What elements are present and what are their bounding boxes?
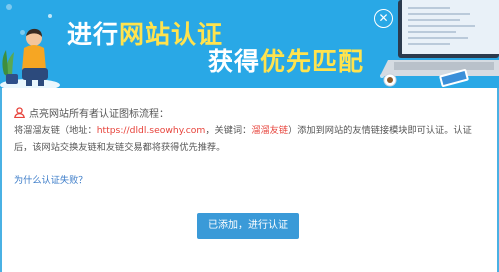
person-illustration — [0, 28, 60, 88]
header-banner: 进行网站认证 获得优先匹配 ✕ — [0, 0, 499, 88]
laptop-illustration — [380, 0, 499, 87]
user-icon — [14, 107, 25, 118]
banner-subtitle: 获得优先匹配 — [208, 47, 365, 76]
decor-dot — [6, 4, 12, 10]
why-failed-link[interactable]: 为什么认证失败？ — [14, 172, 88, 186]
decor-dot — [48, 14, 52, 18]
verification-description: 将溜溜友链（地址：https://dldl.seowhy.com，关键词：溜溜友… — [14, 125, 472, 153]
keyword-text: 溜溜友链 — [251, 125, 289, 136]
confirm-verify-button[interactable]: 已添加，进行认证 — [197, 213, 299, 239]
friend-link-url[interactable]: https://dldl.seowhy.com — [97, 125, 206, 136]
verification-heading: 点亮网站所有者认证图标流程： — [14, 105, 169, 120]
heading-text: 点亮网站所有者认证图标流程： — [29, 109, 169, 120]
banner-title: 进行网站认证 — [67, 20, 224, 49]
left-border — [0, 88, 2, 272]
